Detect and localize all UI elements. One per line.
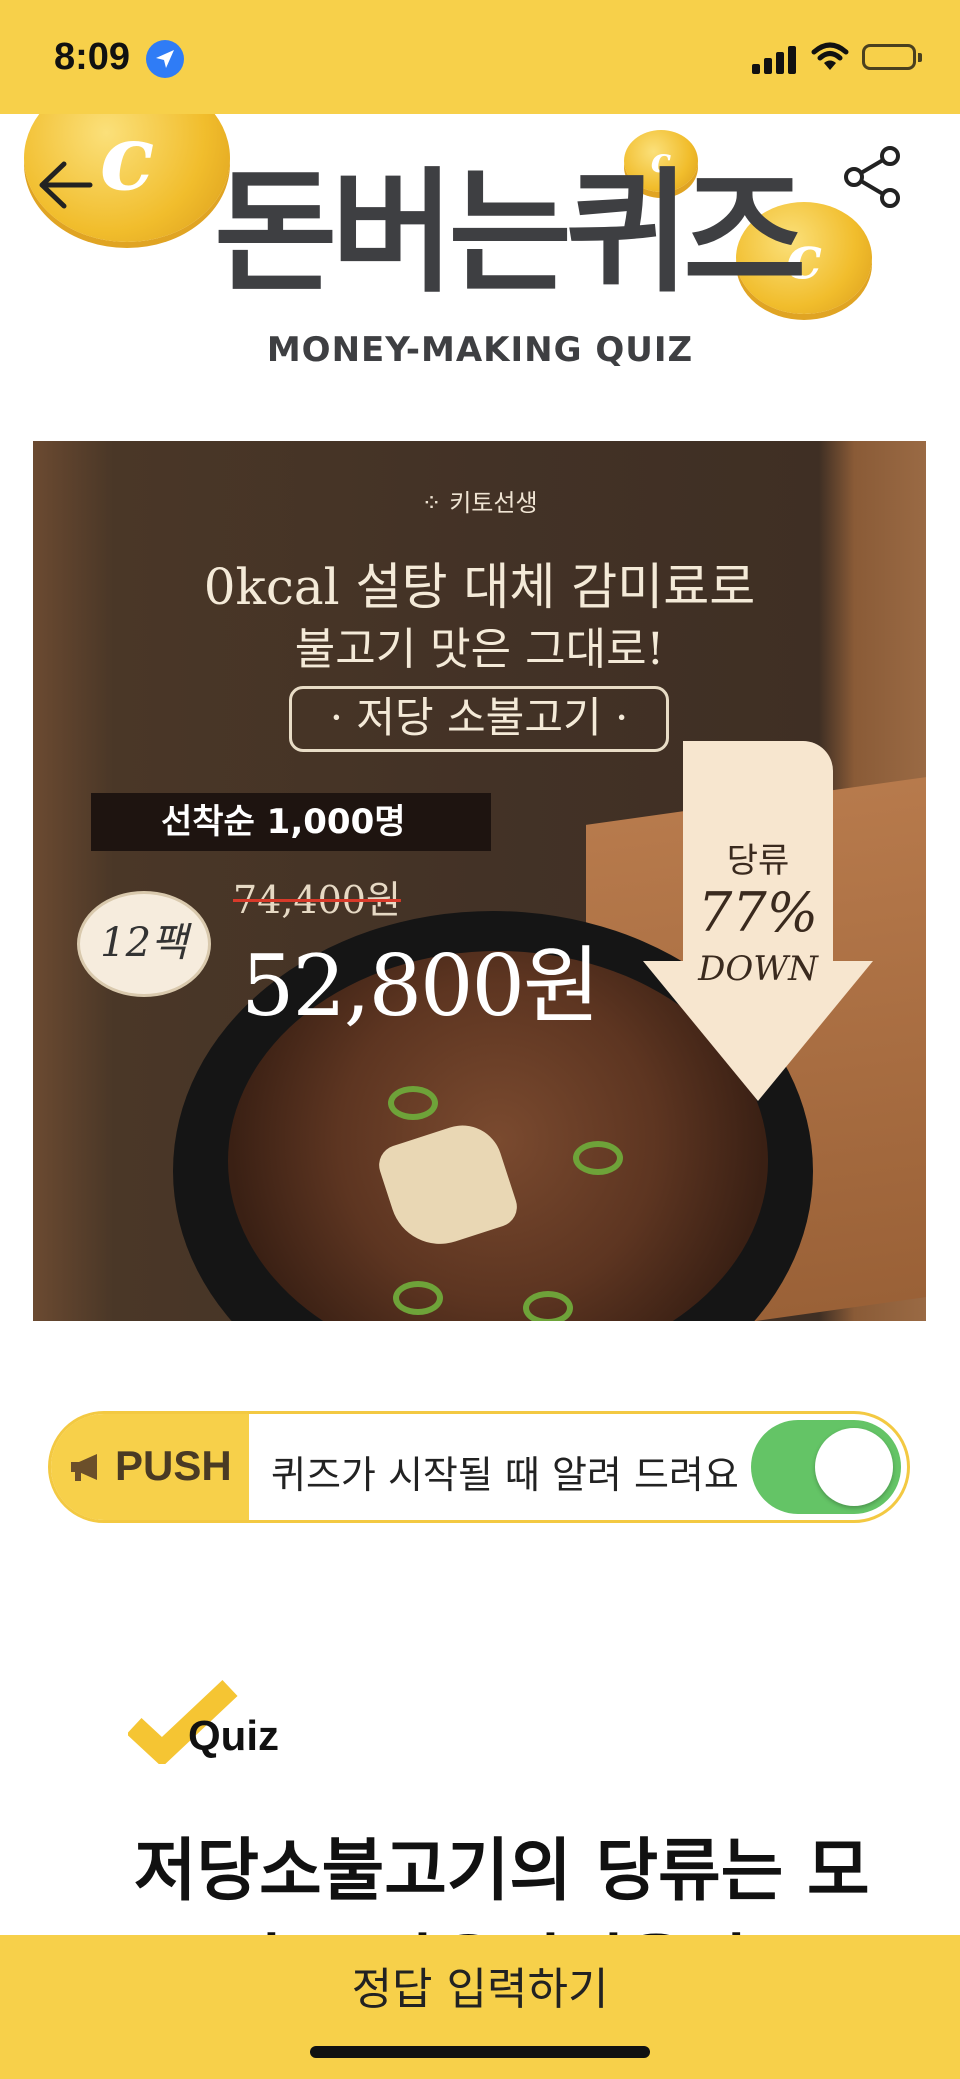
price-original: 74,400원	[233, 878, 401, 922]
cellular-signal-icon	[752, 44, 798, 74]
arrow-left-icon	[39, 161, 93, 209]
quiz-label: Quiz	[188, 1712, 279, 1759]
pack-badge: 12팩	[77, 891, 211, 997]
push-label: PUSH	[115, 1442, 232, 1489]
status-time: 8:09	[54, 36, 131, 78]
banner-headline-2: 불고기 맛은 그대로!	[294, 624, 665, 675]
wifi-icon	[810, 40, 850, 76]
app-header: c c c 돈버는퀴즈 MONEY-MAKING QUIZ	[0, 114, 960, 414]
push-tag: PUSH	[51, 1414, 249, 1520]
battery-icon	[862, 44, 922, 70]
submit-answer-button[interactable]: 정답 입력하기	[0, 1935, 960, 2035]
app-subtitle: MONEY-MAKING QUIZ	[266, 330, 694, 370]
push-notification-row: PUSH 퀴즈가 시작될 때 알려 드려요	[48, 1411, 910, 1523]
status-bar: 8:09	[0, 0, 960, 114]
banner-product-name: · 저당 소불고기 ·	[289, 686, 669, 752]
push-description: 퀴즈가 시작될 때 알려 드려요	[271, 1453, 739, 1497]
banner-brand: ⁘ 키토선생	[421, 489, 538, 517]
green-onion	[523, 1291, 573, 1321]
banner-ribbon: 선착순 1,000명	[91, 793, 491, 851]
price-sale: 52,800원	[241, 937, 600, 1035]
green-onion	[388, 1086, 438, 1120]
bottom-bar: 정답 입력하기	[0, 1935, 960, 2079]
megaphone-icon	[67, 1452, 107, 1486]
home-indicator[interactable]	[310, 2046, 650, 2058]
green-onion	[573, 1141, 623, 1175]
promo-banner[interactable]: ⁘ 키토선생 0kcal 설탕 대체 감미료로 불고기 맛은 그대로! · 저당…	[33, 441, 926, 1321]
sugar-down-arrow: 당류 77% DOWN	[643, 741, 873, 1101]
green-onion	[393, 1281, 443, 1315]
share-button[interactable]	[840, 144, 906, 210]
arrow-percent: 77%	[697, 881, 819, 944]
toggle-knob	[815, 1428, 893, 1506]
arrow-down-label: DOWN	[698, 949, 818, 989]
push-toggle[interactable]	[751, 1420, 901, 1514]
location-arrow-icon	[146, 40, 184, 78]
back-button[interactable]	[36, 154, 98, 216]
banner-headline: 0kcal 설탕 대체 감미료로	[203, 558, 756, 616]
app-title: 돈버는퀴즈	[214, 155, 806, 311]
arrow-label: 당류	[726, 841, 790, 881]
share-icon	[844, 146, 900, 208]
